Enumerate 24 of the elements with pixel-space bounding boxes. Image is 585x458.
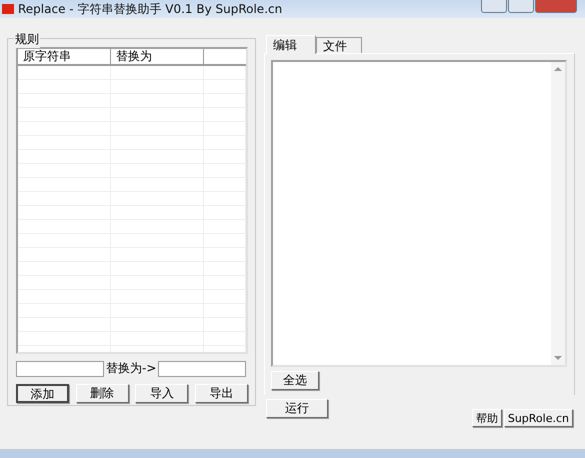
tab[interactable]: 文件 [316, 37, 362, 53]
source-input[interactable] [16, 360, 104, 376]
group-title: 规则 [14, 31, 40, 48]
action-button[interactable]: 添加 [16, 384, 69, 403]
column-header[interactable]: 原字符串 [18, 49, 111, 64]
scrollbar[interactable] [551, 62, 565, 365]
tab[interactable]: 编辑 [266, 35, 316, 54]
action-button[interactable]: 导入 [135, 384, 188, 403]
column-header[interactable]: 替换为 [111, 49, 204, 64]
footer-button[interactable]: 帮助 [472, 409, 502, 427]
app-icon [2, 4, 14, 14]
replace-label: 替换为-> [106, 360, 156, 377]
select-all-button[interactable]: 全选 [271, 371, 319, 390]
scroll-down-icon[interactable] [554, 356, 562, 361]
minimize-button[interactable] [481, 0, 507, 13]
target-input[interactable] [158, 360, 246, 376]
footer-button[interactable]: SupRole.cn [504, 409, 573, 427]
window-title: Replace - 字符串替换助手 V0.1 By SupRole.cn [18, 0, 284, 18]
action-button[interactable]: 删除 [76, 384, 129, 403]
scroll-up-icon[interactable] [554, 66, 562, 71]
rules-table[interactable]: 原字符串 替换为 [16, 47, 248, 354]
action-button[interactable]: 导出 [194, 384, 248, 403]
run-button[interactable]: 运行 [266, 399, 328, 418]
maximize-button[interactable] [508, 0, 534, 13]
